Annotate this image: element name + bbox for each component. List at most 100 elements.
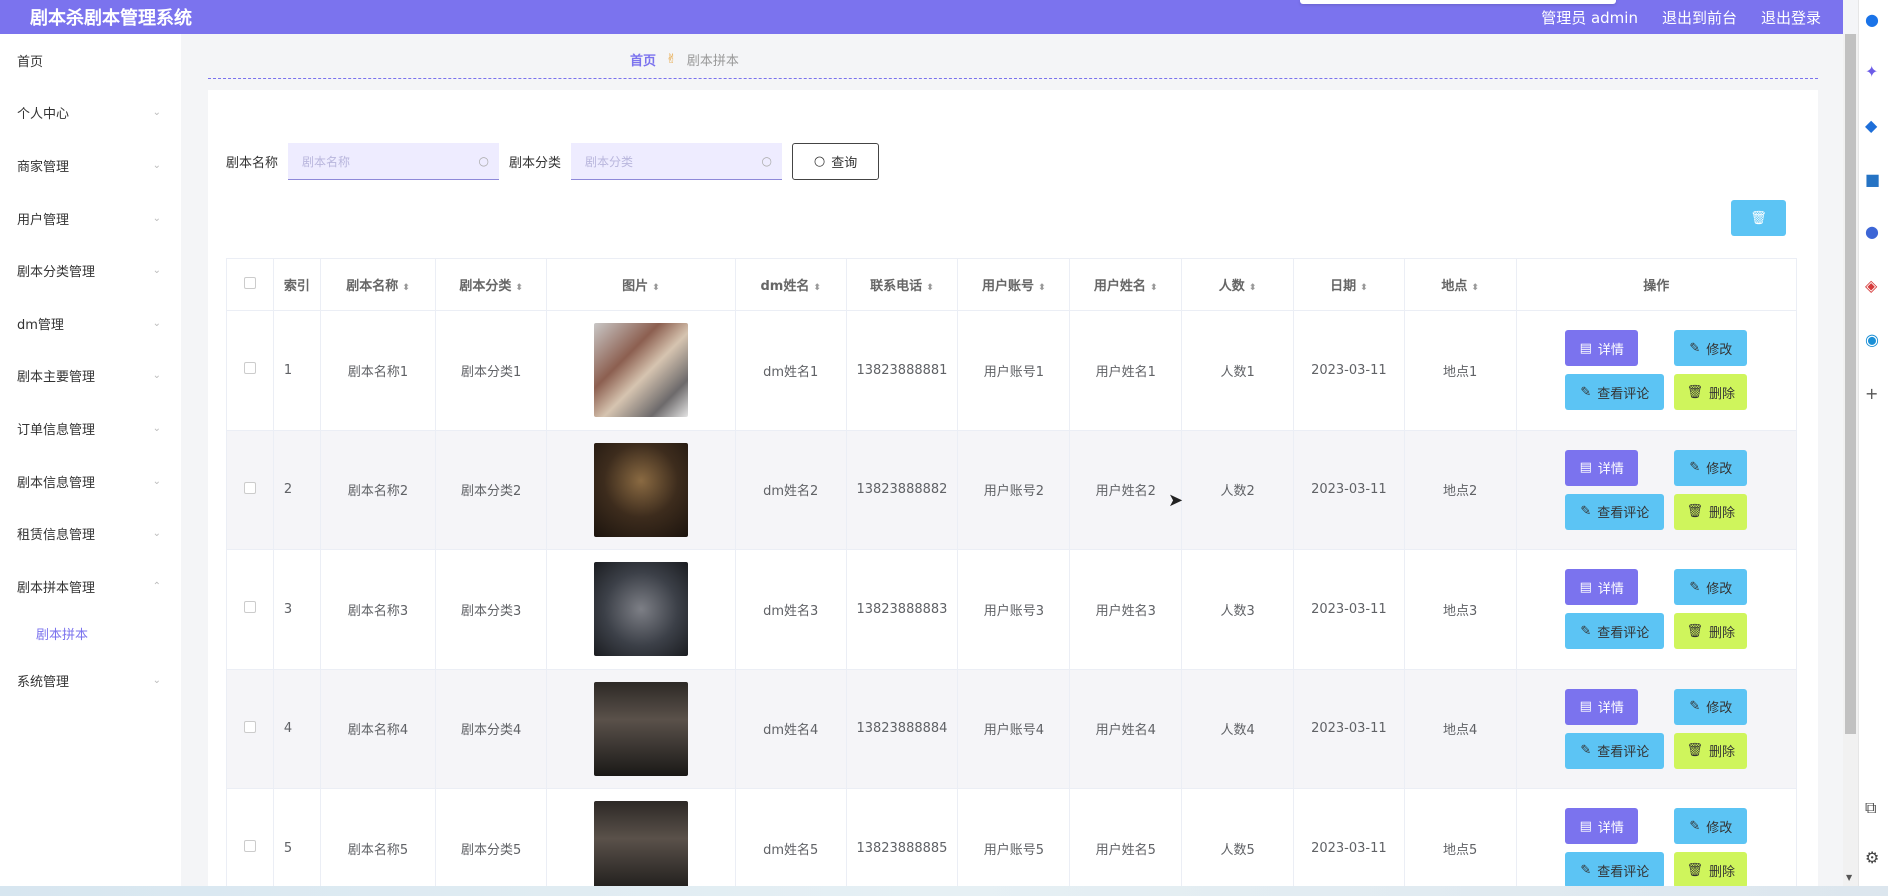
col-date[interactable]: 日期 ⬍ (1293, 258, 1405, 311)
sidebar-item-merchant[interactable]: 商家管理 ⌄ (0, 139, 181, 192)
view-comments-label: 查看评论 (1597, 745, 1650, 761)
sort-icon[interactable]: ⬍ (1360, 283, 1368, 293)
row-checkbox[interactable] (243, 481, 256, 494)
sidebar-item-script-group[interactable]: 剧本拼本管理 ⌃ (0, 560, 181, 613)
sidebar-item-script-main[interactable]: 剧本主要管理 ⌄ (0, 350, 181, 403)
person-icon[interactable]: ● (1865, 222, 1879, 241)
sort-icon[interactable]: ⬍ (813, 283, 821, 293)
sidebar-item-label: 剧本分类管理 (17, 265, 96, 281)
sort-icon[interactable]: ⬍ (1038, 283, 1046, 293)
toolbox-icon[interactable]: ■ (1865, 170, 1880, 189)
vertical-scrollbar[interactable]: ▼ (1843, 34, 1858, 886)
detail-button[interactable]: ▤ 详情 (1565, 688, 1639, 725)
row-dm: dm姓名2 (734, 429, 847, 550)
table-row: 5 剧本名称5 剧本分类5 dm姓名5 13823888885 用户账号5 用户… (226, 788, 1798, 896)
select-all-checkbox[interactable] (243, 276, 256, 289)
sort-icon[interactable]: ⬍ (1249, 283, 1257, 293)
edit-button[interactable]: ✎ 修改 (1674, 688, 1748, 725)
sidebar-item-system[interactable]: 系统管理 ⌄ (0, 655, 181, 708)
row-select-cell[interactable] (226, 549, 274, 670)
sidebar-item-home[interactable]: 首页 (0, 34, 181, 87)
row-select-cell[interactable] (226, 668, 274, 789)
sort-icon[interactable]: ⬍ (1150, 283, 1158, 293)
delete-button[interactable]: 🗑 删除 (1674, 732, 1748, 769)
edit-button[interactable]: ✎ 修改 (1674, 808, 1748, 845)
col-place[interactable]: 地点 ⬍ (1403, 258, 1517, 311)
detail-button[interactable]: ▤ 详情 (1565, 808, 1639, 845)
plus-icon[interactable]: + (1865, 384, 1878, 403)
detail-button[interactable]: ▤ 详情 (1565, 449, 1639, 486)
edit-button[interactable]: ✎ 修改 (1674, 449, 1748, 486)
row-image-cell (545, 310, 736, 431)
col-phone[interactable]: 联系电话 ⬍ (845, 258, 959, 311)
exit-to-front-link[interactable]: 退出到前台 (1662, 7, 1737, 28)
view-comments-button[interactable]: ✎ 查看评论 (1565, 613, 1665, 650)
outlook-icon[interactable]: ◉ (1865, 330, 1879, 349)
diamond-icon[interactable]: ◆ (1865, 116, 1877, 135)
search-icon[interactable]: ● (1865, 10, 1879, 29)
batch-delete-button[interactable]: 🗑 (1731, 200, 1786, 236)
view-comments-button[interactable]: ✎ 查看评论 (1565, 852, 1665, 889)
script-category-input[interactable]: 剧本分类 ○ (571, 143, 783, 180)
delete-button[interactable]: 🗑 删除 (1674, 852, 1748, 889)
view-comments-button[interactable]: ✎ 查看评论 (1565, 493, 1665, 530)
sidebar-item-dm[interactable]: dm管理 ⌄ (0, 297, 181, 350)
row-select-cell[interactable] (226, 310, 274, 431)
col-account[interactable]: 用户账号 ⬍ (957, 258, 1071, 311)
col-name[interactable]: 剧本名称 ⬍ (319, 258, 437, 311)
delete-button[interactable]: 🗑 删除 (1674, 613, 1748, 650)
scrollbar-thumb[interactable] (1845, 34, 1856, 734)
view-comments-button[interactable]: ✎ 查看评论 (1565, 374, 1665, 411)
delete-button[interactable]: 🗑 删除 (1674, 493, 1748, 530)
sort-icon[interactable]: ⬍ (402, 283, 410, 293)
col-username[interactable]: 用户姓名 ⬍ (1069, 258, 1183, 311)
trash-icon: 🗑 (1686, 384, 1704, 400)
col-people[interactable]: 人数 ⬍ (1181, 258, 1295, 311)
sidebar-item-rental[interactable]: 租赁信息管理 ⌄ (0, 507, 181, 560)
select-all-cell[interactable] (226, 258, 274, 311)
sort-icon[interactable]: ⬍ (1471, 283, 1479, 293)
gear-icon[interactable]: ⚙ (1865, 848, 1879, 867)
col-dm[interactable]: dm姓名 ⬍ (734, 258, 847, 311)
edit-button[interactable]: ✎ 修改 (1674, 330, 1748, 367)
sort-icon[interactable]: ⬍ (515, 283, 523, 293)
script-image[interactable] (593, 442, 688, 537)
edit-button-label: 修改 (1706, 820, 1733, 836)
sidebar-item-label: dm管理 (17, 317, 64, 333)
query-button[interactable]: ○ 查询 (792, 143, 880, 180)
row-select-cell[interactable] (226, 429, 274, 550)
sidebar-item-script-category[interactable]: 剧本分类管理 ⌄ (0, 244, 181, 297)
delete-button-label: 删除 (1709, 386, 1736, 402)
sidebar-subitem-script-group[interactable]: 剧本拼本 (0, 613, 181, 655)
row-checkbox[interactable] (243, 840, 256, 853)
row-checkbox[interactable] (243, 720, 256, 733)
row-checkbox[interactable] (243, 601, 256, 614)
sparkle-icon[interactable]: ✦ (1865, 62, 1878, 81)
sidebar-item-orders[interactable]: 订单信息管理 ⌄ (0, 402, 181, 455)
script-image[interactable] (593, 801, 688, 896)
script-image[interactable] (593, 681, 688, 776)
sidebar-item-script-info[interactable]: 剧本信息管理 ⌄ (0, 455, 181, 508)
detail-button[interactable]: ▤ 详情 (1565, 569, 1639, 606)
sort-icon[interactable]: ⬍ (926, 283, 934, 293)
script-image[interactable] (593, 323, 688, 418)
external-link-icon[interactable]: ⧉ (1865, 798, 1876, 818)
script-image[interactable] (593, 562, 688, 657)
row-name: 剧本名称1 (319, 310, 437, 431)
sidebar-item-personal[interactable]: 个人中心 ⌄ (0, 87, 181, 140)
row-checkbox[interactable] (243, 362, 256, 375)
sort-icon[interactable]: ⬍ (652, 283, 660, 293)
script-name-input[interactable]: 剧本名称 ○ (288, 143, 500, 180)
edit-button[interactable]: ✎ 修改 (1674, 569, 1748, 606)
scroll-down-arrow-icon[interactable]: ▼ (1846, 873, 1852, 882)
row-select-cell[interactable] (226, 788, 274, 896)
view-comments-button[interactable]: ✎ 查看评论 (1565, 732, 1665, 769)
office-icon[interactable]: ◈ (1865, 276, 1877, 295)
detail-button[interactable]: ▤ 详情 (1565, 330, 1639, 367)
col-category[interactable]: 剧本分类 ⬍ (435, 258, 547, 311)
logout-link[interactable]: 退出登录 (1761, 7, 1821, 28)
col-image[interactable]: 图片 ⬍ (545, 258, 736, 311)
sidebar-item-users[interactable]: 用户管理 ⌄ (0, 192, 181, 245)
breadcrumb-home[interactable]: 首页 (630, 50, 656, 69)
delete-button[interactable]: 🗑 删除 (1674, 374, 1748, 411)
